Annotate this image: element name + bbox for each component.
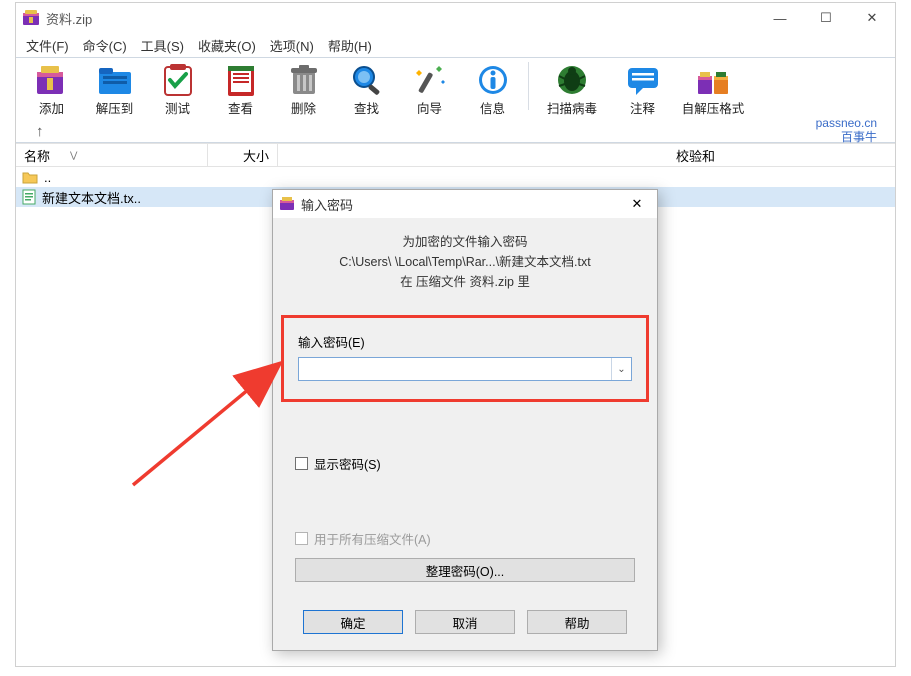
app-icon <box>22 9 40 27</box>
toolbar-delete-button[interactable]: 删除 <box>272 60 335 120</box>
trash-icon <box>283 62 325 98</box>
use-for-all-checkbox: 用于所有压缩文件(A) <box>295 529 657 548</box>
help-button[interactable]: 帮助 <box>527 610 627 634</box>
watermark: passneo.cn 百事牛 <box>816 114 885 148</box>
password-input-wrap: ⌄ <box>298 357 632 381</box>
dialog-icon <box>279 196 295 212</box>
folder-extract-icon <box>94 62 136 98</box>
menu-favorites[interactable]: 收藏夹(O) <box>192 34 262 57</box>
menu-command[interactable]: 命令(C) <box>77 34 133 57</box>
ok-label: 确定 <box>340 613 365 632</box>
password-group: 输入密码(E) ⌄ <box>281 315 649 402</box>
text-file-icon <box>22 189 36 205</box>
chevron-down-icon: ⌄ <box>617 364 625 375</box>
archive-add-icon <box>31 62 73 98</box>
toolbar-view-label: 查看 <box>228 98 253 117</box>
toolbar-delete-label: 删除 <box>291 98 316 117</box>
toolbar-wizard-button[interactable]: 向导 <box>398 60 461 120</box>
toolbar-wizard-label: 向导 <box>417 98 442 117</box>
organize-passwords-button[interactable]: 整理密码(O)... <box>295 558 635 582</box>
toolbar-add-label: 添加 <box>39 98 64 117</box>
toolbar-scanvirus-label: 扫描病毒 <box>547 98 597 117</box>
menu-help[interactable]: 帮助(H) <box>322 34 378 57</box>
comment-icon <box>622 62 664 98</box>
ok-button[interactable]: 确定 <box>303 610 403 634</box>
password-dropdown-button[interactable]: ⌄ <box>611 358 631 380</box>
show-password-label: 显示密码(S) <box>314 454 381 473</box>
toolbar-info-button[interactable]: 信息 <box>461 60 524 120</box>
password-label: 输入密码(E) <box>298 332 632 351</box>
use-for-all-label: 用于所有压缩文件(A) <box>314 529 431 548</box>
password-input[interactable] <box>299 358 611 380</box>
checkbox-icon <box>295 532 308 545</box>
info-icon <box>472 62 514 98</box>
toolbar-find-label: 查找 <box>354 98 379 117</box>
view-icon <box>220 62 262 98</box>
dialog-archive-line: 在 压缩文件 资料.zip 里 <box>287 271 643 290</box>
toolbar-add-button[interactable]: 添加 <box>20 60 83 120</box>
checkbox-icon <box>295 457 308 470</box>
dialog-title: 输入密码 <box>301 195 617 214</box>
dialog-close-button[interactable]: ✕ <box>617 190 657 218</box>
bug-icon <box>551 62 593 98</box>
cancel-button[interactable]: 取消 <box>415 610 515 634</box>
organize-passwords-label: 整理密码(O)... <box>426 561 504 580</box>
toolbar-sfx-label: 自解压格式 <box>682 98 745 117</box>
minimize-button[interactable]: — <box>757 3 803 33</box>
toolbar-info-label: 信息 <box>480 98 505 117</box>
menu-options[interactable]: 选项(N) <box>264 34 320 57</box>
show-password-checkbox[interactable]: 显示密码(S) <box>295 454 657 473</box>
toolbar-comment-button[interactable]: 注释 <box>611 60 674 120</box>
menu-tools[interactable]: 工具(S) <box>135 34 190 57</box>
dialog-button-row: 确定 取消 帮助 <box>273 582 657 650</box>
column-name-label: 名称 <box>24 146 50 165</box>
watermark-line2: 百事牛 <box>816 130 877 144</box>
dialog-titlebar: 输入密码 ✕ <box>273 190 657 218</box>
toolbar-view-button[interactable]: 查看 <box>209 60 272 120</box>
close-icon: ✕ <box>632 196 643 212</box>
dialog-body: 为加密的文件输入密码 C:\Users\ \Local\Temp\Rar...\… <box>273 218 657 301</box>
column-size[interactable]: 大小 <box>208 144 278 166</box>
list-item[interactable]: .. <box>16 167 895 187</box>
toolbar-scanvirus-button[interactable]: 扫描病毒 <box>533 60 611 120</box>
close-button[interactable]: ✕ <box>849 3 895 33</box>
list-item-name: .. <box>44 170 222 185</box>
column-size-label: 大小 <box>243 146 269 165</box>
sort-caret-icon: ⋁ <box>70 150 77 161</box>
list-item-name: 新建文本文档.tx.. <box>42 188 220 207</box>
toolbar-test-label: 测试 <box>165 98 190 117</box>
menubar: 文件(F) 命令(C) 工具(S) 收藏夹(O) 选项(N) 帮助(H) <box>16 33 895 57</box>
toolbar-sfx-button[interactable]: 自解压格式 <box>674 60 752 120</box>
toolbar-separator <box>528 62 529 110</box>
column-headers: 名称 ⋁ 大小 校验和 <box>16 143 895 167</box>
titlebar: 资料.zip — ☐ ✕ <box>16 3 895 33</box>
maximize-button[interactable]: ☐ <box>803 3 849 33</box>
toolbar-under-row: ↑ passneo.cn 百事牛 <box>20 120 891 142</box>
column-name[interactable]: 名称 ⋁ <box>16 144 208 166</box>
toolbar-test-button[interactable]: 测试 <box>146 60 209 120</box>
dialog-path: C:\Users\ \Local\Temp\Rar...\新建文本文档.txt <box>287 251 643 270</box>
wizard-icon <box>409 62 451 98</box>
toolbar-area: 添加 解压到 测试 查看 <box>16 57 895 143</box>
cancel-label: 取消 <box>452 613 477 632</box>
column-checksum-label: 校验和 <box>676 146 715 165</box>
column-gap <box>278 144 668 166</box>
password-dialog: 输入密码 ✕ 为加密的文件输入密码 C:\Users\ \Local\Temp\… <box>272 189 658 651</box>
help-label: 帮助 <box>564 613 589 632</box>
watermark-line1: passneo.cn <box>816 116 877 130</box>
sfx-icon <box>692 62 734 98</box>
toolbar-extract-label: 解压到 <box>96 98 134 117</box>
search-icon <box>346 62 388 98</box>
toolbar: 添加 解压到 测试 查看 <box>20 60 891 120</box>
window-title: 资料.zip <box>46 9 757 28</box>
up-one-level-button[interactable]: ↑ <box>26 123 44 140</box>
column-checksum[interactable]: 校验和 <box>668 144 748 166</box>
test-icon <box>157 62 199 98</box>
folder-up-icon <box>22 170 38 184</box>
menu-file[interactable]: 文件(F) <box>20 34 75 57</box>
dialog-heading: 为加密的文件输入密码 <box>287 231 643 250</box>
toolbar-find-button[interactable]: 查找 <box>335 60 398 120</box>
toolbar-comment-label: 注释 <box>630 98 655 117</box>
toolbar-extract-button[interactable]: 解压到 <box>83 60 146 120</box>
